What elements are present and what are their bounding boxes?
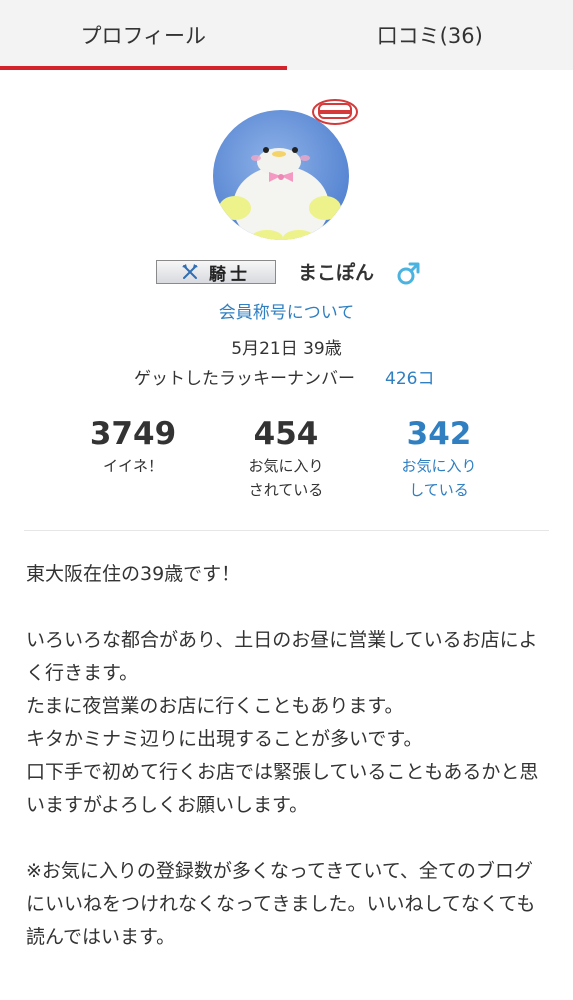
lucky-number-count[interactable]: 426コ [385,364,434,389]
username: まこぽん [298,262,375,284]
stat-favorited-by-value: 454 [253,416,319,452]
male-icon [397,262,420,285]
lucky-number-label: ゲットしたラッキーナンバー [134,369,355,389]
rank-badge: 騎士 [156,260,276,285]
stat-favoriting-value: 342 [406,416,472,452]
stat-favorited-by: 454 お気に入り されている [211,416,361,502]
tab-profile[interactable]: プロフィール [0,0,287,70]
stat-favorited-by-label-2: されている [248,481,324,499]
stat-favoriting-label-2: している [409,481,469,499]
stat-likes-label: イイネ！ [102,457,163,475]
member-title-link[interactable]: 会員称号について [0,298,573,323]
tab-reviews-label: 口コミ(36) [376,24,483,48]
avatar [211,99,358,240]
stat-likes: 3749 イイネ！ [58,416,208,478]
tab-profile-label: プロフィール [80,24,207,48]
tab-reviews[interactable]: 口コミ(36) [287,0,573,70]
profile-page: プロフィール 口コミ(36) 騎士 まこぽん 会員称号について 5月21日 39… [0,0,573,1000]
stat-favoriting-label-1: お気に入り [401,457,477,475]
rank-title: 騎士 [209,264,251,285]
crossed-axes-icon [182,264,198,279]
section-divider [24,530,549,531]
tab-bar: プロフィール 口コミ(36) [0,0,573,70]
profile-bio: 東大阪在住の39歳です！ いろいろな都合があり、土日のお昼に営業しているお店によ… [26,563,539,948]
stat-favorited-by-label-1: お気に入り [248,457,324,475]
birthday-age: 5月21日 39歳 [231,339,342,359]
stat-favoriting[interactable]: 342 お気に入り している [364,416,514,502]
stat-likes-value: 3749 [89,416,177,452]
